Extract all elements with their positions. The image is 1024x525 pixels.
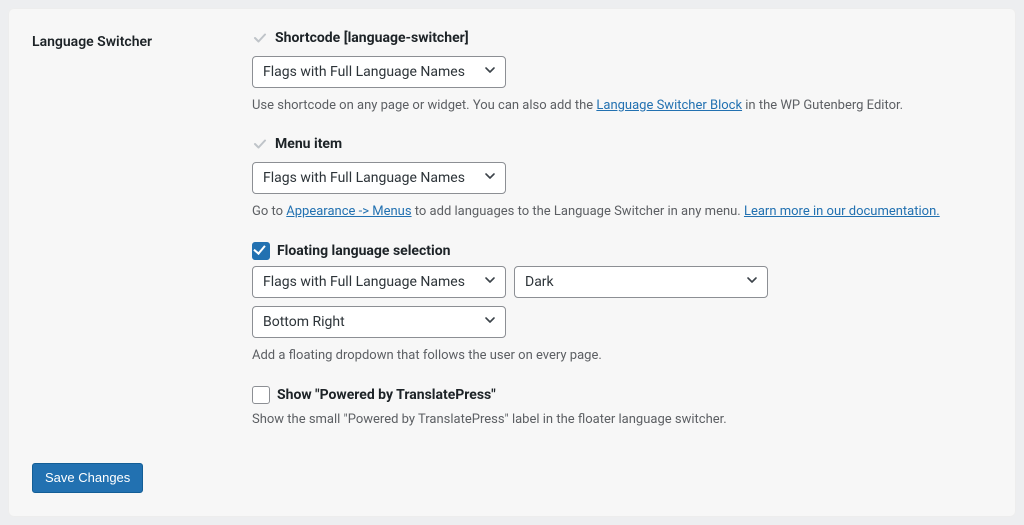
select-value: Dark [525,274,554,290]
save-changes-button[interactable]: Save Changes [32,463,143,493]
language-switcher-row: Language Switcher Shortcode [language-sw… [32,30,992,431]
checkbox-icon[interactable] [252,30,268,46]
shortcode-checkbox-label: Shortcode [language-switcher] [252,30,992,46]
appearance-menus-link[interactable]: Appearance -> Menus [286,204,411,219]
floating-checkbox[interactable] [252,242,270,260]
powered-checkbox[interactable] [252,386,270,404]
floating-section: Floating language selection Flags with F… [252,242,992,366]
shortcode-section: Shortcode [language-switcher] Flags with… [252,30,992,116]
shortcode-title: Shortcode [language-switcher] [275,30,469,46]
shortcode-style-select[interactable]: Flags with Full Language Names [252,56,506,88]
menu-checkbox-label: Menu item [252,136,992,152]
floating-position-select[interactable]: Bottom Right [252,306,506,338]
shortcode-description: Use shortcode on any page or widget. You… [252,96,992,116]
powered-title: Show "Powered by TranslatePress" [277,387,496,403]
language-switcher-block-link[interactable]: Language Switcher Block [596,98,742,113]
select-value: Flags with Full Language Names [263,170,465,186]
select-value: Flags with Full Language Names [263,64,465,80]
chevron-down-icon [483,63,497,81]
select-value: Bottom Right [263,314,345,330]
chevron-down-icon [483,313,497,331]
row-content: Shortcode [language-switcher] Flags with… [252,30,992,431]
chevron-down-icon [483,169,497,187]
menu-title: Menu item [275,136,342,152]
row-label: Language Switcher [32,30,252,50]
checkbox-icon[interactable] [252,136,268,152]
floating-description: Add a floating dropdown that follows the… [252,346,992,366]
chevron-down-icon [483,273,497,291]
powered-description: Show the small "Powered by TranslatePres… [252,410,992,430]
floating-style-select[interactable]: Flags with Full Language Names [252,266,506,298]
menu-item-section: Menu item Flags with Full Language Names… [252,136,992,222]
settings-panel: Language Switcher Shortcode [language-sw… [8,8,1016,517]
floating-checkbox-label: Floating language selection [252,242,992,260]
chevron-down-icon [745,273,759,291]
menu-description: Go to Appearance -> Menus to add languag… [252,202,992,222]
select-value: Flags with Full Language Names [263,274,465,290]
menu-style-select[interactable]: Flags with Full Language Names [252,162,506,194]
floating-title: Floating language selection [277,243,450,259]
powered-checkbox-label: Show "Powered by TranslatePress" [252,386,992,404]
floating-theme-select[interactable]: Dark [514,266,768,298]
documentation-link[interactable]: Learn more in our documentation. [744,204,940,219]
powered-section: Show "Powered by TranslatePress" Show th… [252,386,992,430]
